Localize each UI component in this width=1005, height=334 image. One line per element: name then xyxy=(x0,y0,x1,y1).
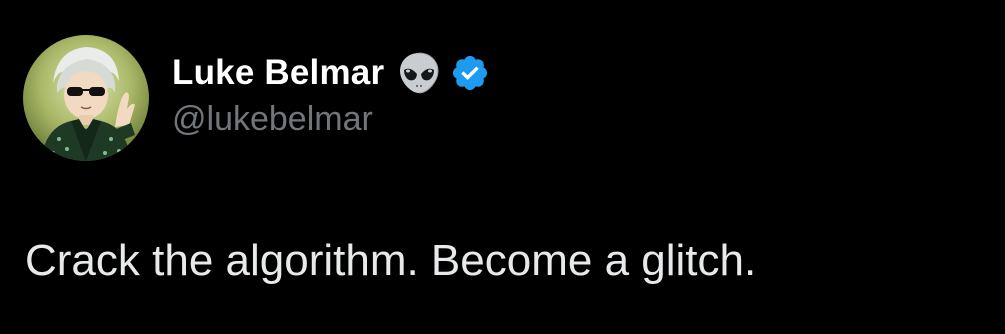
alien-icon xyxy=(396,50,442,96)
tweet-text: Crack the algorithm. Become a glitch. xyxy=(25,236,757,285)
avatar-anime-character-icon xyxy=(23,35,149,161)
author-handle[interactable]: @lukebelmar xyxy=(172,100,373,139)
author-name-row: Luke Belmar xyxy=(172,50,490,96)
avatar[interactable] xyxy=(23,35,149,161)
tweet-card: Luke Belmar @lukebelmar Crack the algori… xyxy=(0,0,1005,334)
author-display-name[interactable]: Luke Belmar xyxy=(172,53,384,93)
verified-badge-icon[interactable] xyxy=(450,53,490,93)
